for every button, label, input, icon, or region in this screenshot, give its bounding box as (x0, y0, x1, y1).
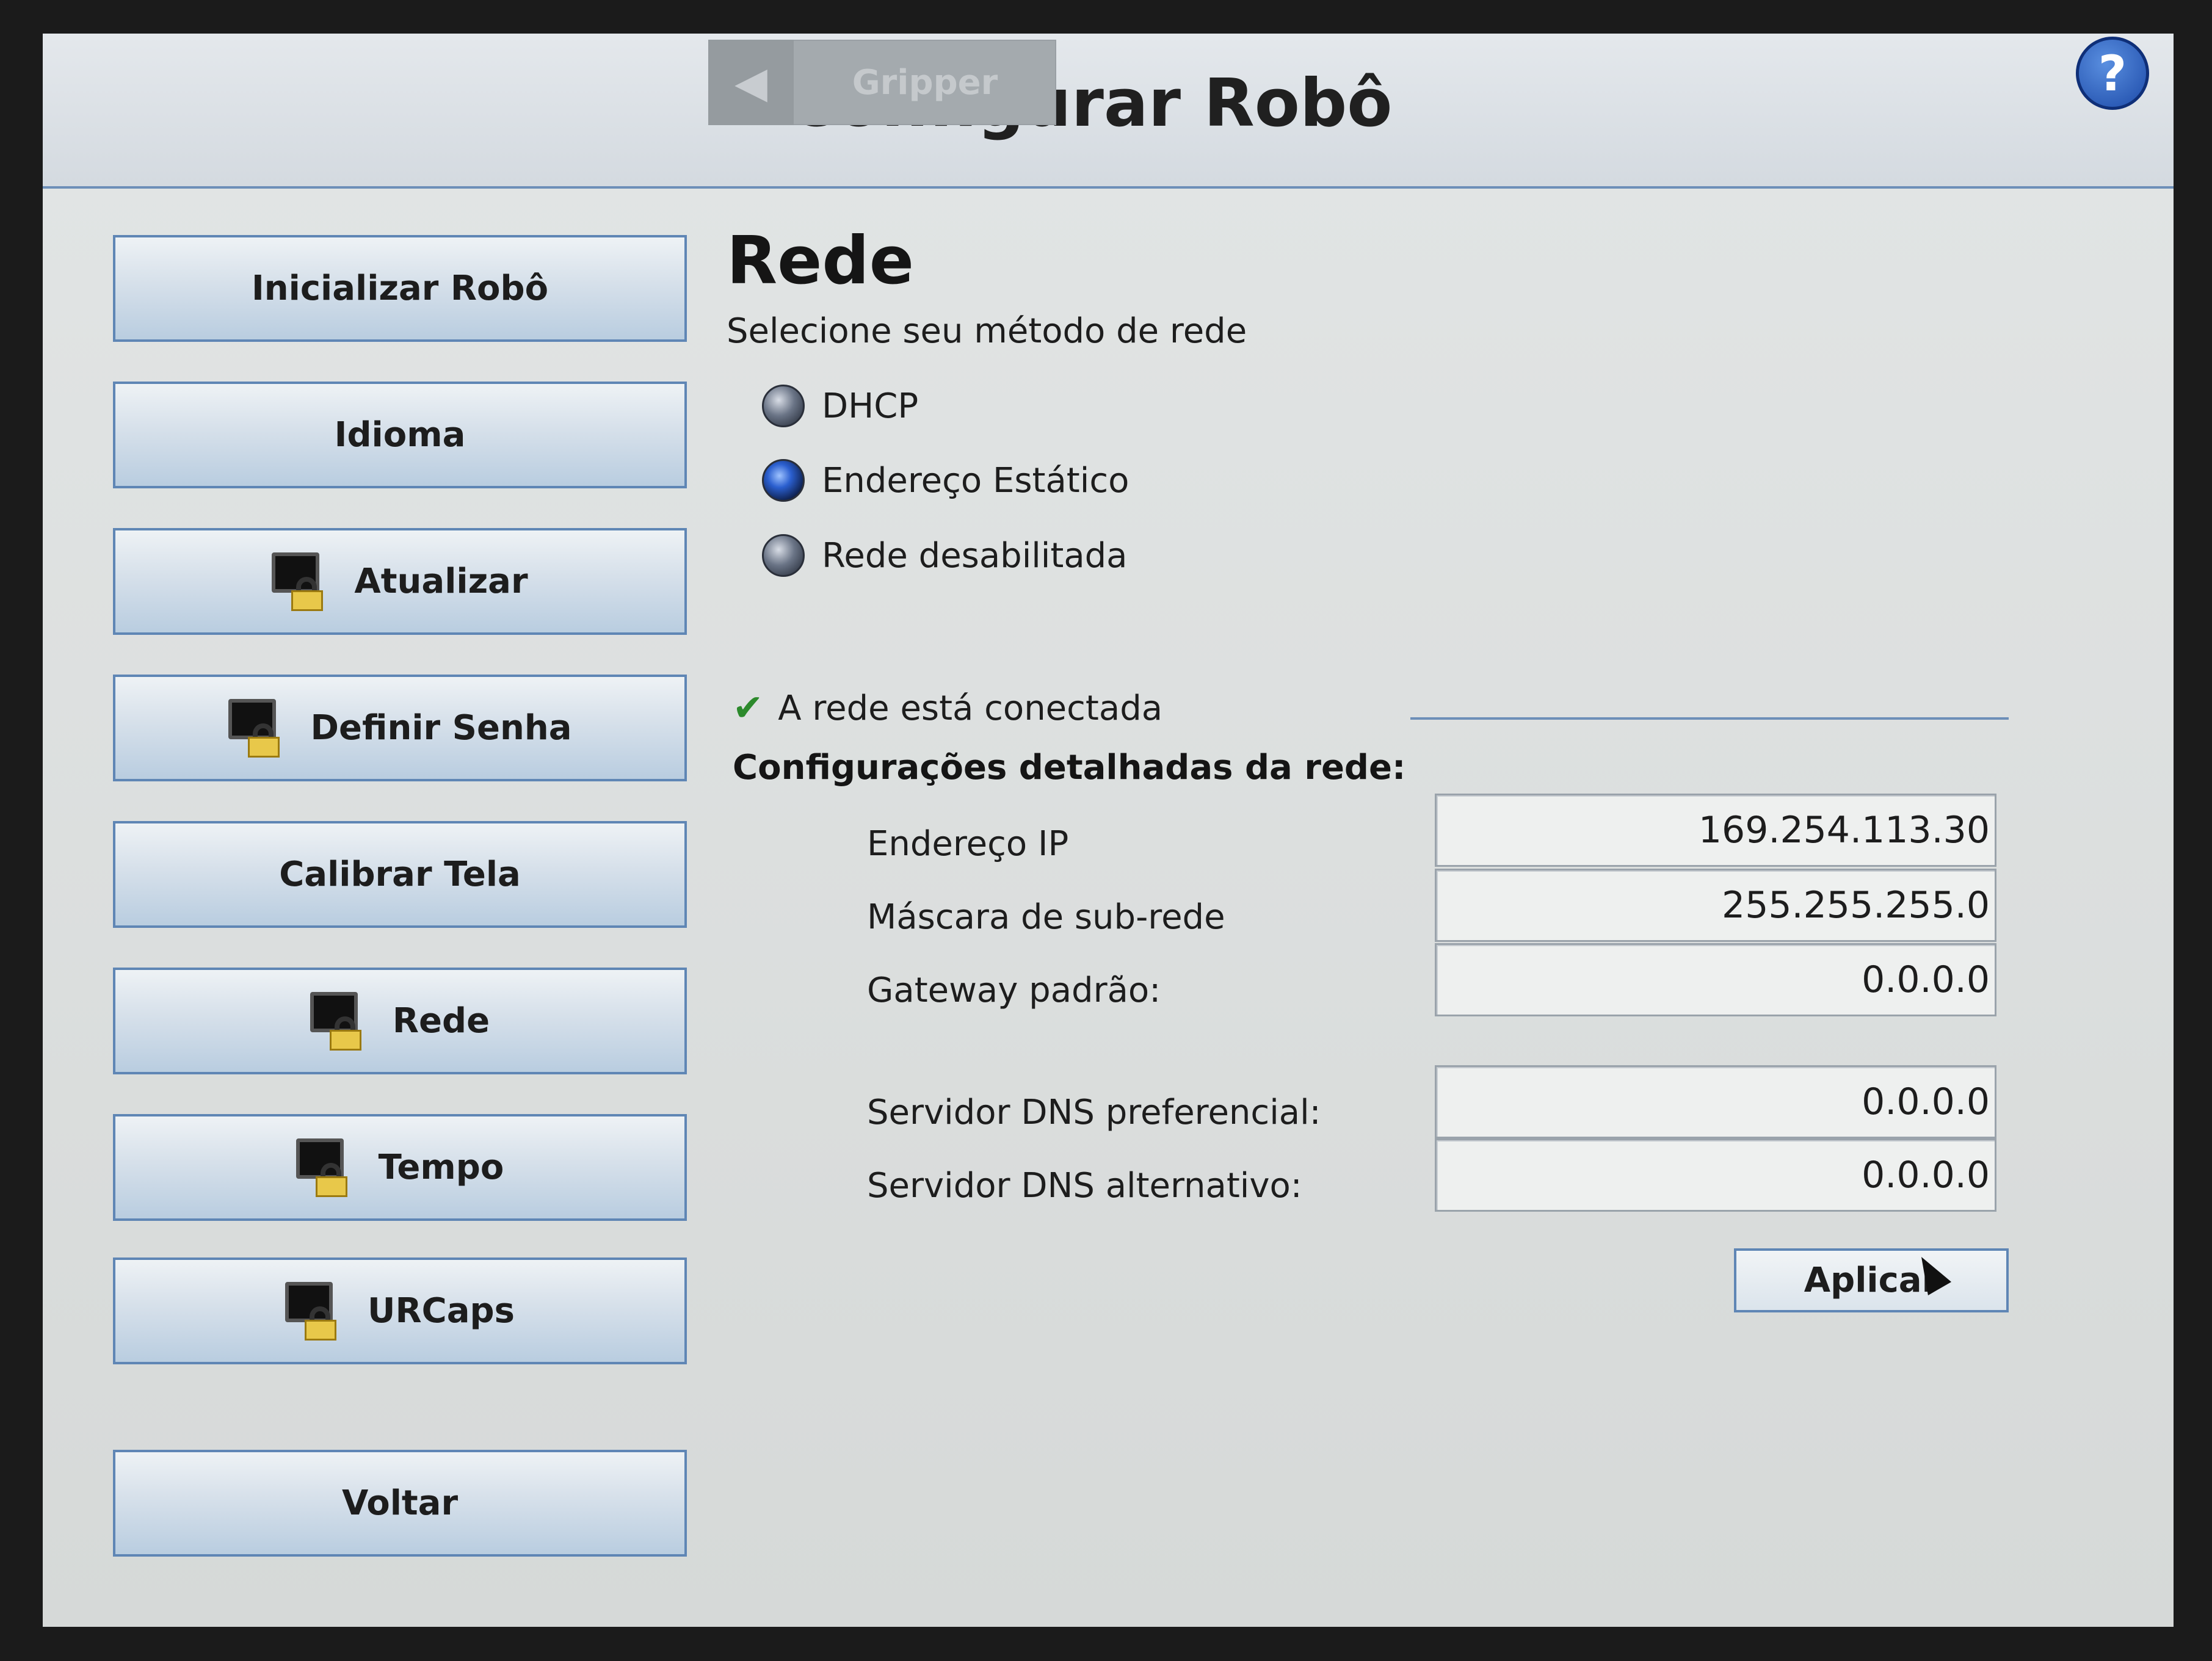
apply-button[interactable]: Aplicar (1734, 1248, 2009, 1312)
lock-icon (310, 992, 368, 1051)
section-title: Rede (727, 223, 914, 299)
dns-alternate-label: Servidor DNS alternativo: (867, 1166, 1302, 1206)
sidebar-item-time[interactable]: Tempo (113, 1114, 687, 1221)
radio-label: DHCP (822, 386, 919, 426)
sidebar-item-label: Definir Senha (310, 708, 572, 748)
lock-icon (285, 1282, 343, 1341)
lock-icon (272, 552, 330, 611)
gripper-tab-label: Gripper (852, 62, 998, 103)
sidebar-item-label: Atualizar (354, 562, 528, 601)
sidebar-item-network[interactable]: Rede (113, 968, 687, 1074)
ip-label: Endereço IP (867, 824, 1069, 864)
details-title: Configurações detalhadas da rede: (733, 748, 1406, 787)
sidebar-item-label: Calibrar Tela (279, 855, 521, 894)
dns-primary-field[interactable] (1435, 1065, 1996, 1138)
header-bar: Configurar Robô ◀ Gripper ? (43, 34, 2174, 189)
question-icon: ? (2098, 45, 2127, 102)
checkmark-icon: ✔ (733, 687, 764, 729)
gateway-field[interactable] (1435, 943, 1996, 1016)
sidebar-item-label: Inicializar Robô (251, 269, 549, 308)
radio-network-disabled[interactable]: Rede desabilitada (762, 534, 1128, 577)
sidebar-item-label: URCaps (368, 1291, 515, 1331)
gripper-tab[interactable]: ◀ Gripper (708, 40, 1056, 125)
back-arrow-icon[interactable]: ◀ (708, 40, 794, 125)
sidebar-item-calibrate-screen[interactable]: Calibrar Tela (113, 821, 687, 928)
gateway-label: Gateway padrão: (867, 971, 1161, 1010)
radio-static-address[interactable]: Endereço Estático (762, 459, 1129, 502)
divider (1410, 717, 2009, 720)
ip-address-field[interactable] (1435, 794, 1996, 867)
network-status: ✔ A rede está conectada (733, 687, 1162, 729)
sidebar-item-label: Idioma (334, 415, 466, 455)
radio-dhcp[interactable]: DHCP (762, 385, 918, 427)
sidebar-item-label: Tempo (378, 1148, 504, 1187)
section-subtitle: Selecione seu método de rede (727, 311, 1247, 351)
subnet-mask-label: Máscara de sub-rede (867, 897, 1225, 937)
sidebar-item-update[interactable]: Atualizar (113, 528, 687, 635)
subnet-mask-field[interactable] (1435, 869, 1996, 942)
network-status-text: A rede está conectada (778, 688, 1163, 728)
sidebar-item-label: Rede (392, 1001, 490, 1041)
radio-label: Rede desabilitada (822, 535, 1128, 576)
back-button-label: Voltar (341, 1483, 459, 1523)
sidebar-item-set-password[interactable]: Definir Senha (113, 675, 687, 781)
lock-icon (296, 1138, 354, 1197)
robot-screen: Configurar Robô ◀ Gripper ? Inicializar … (43, 34, 2174, 1627)
lock-icon (228, 699, 286, 758)
back-button[interactable]: Voltar (113, 1450, 687, 1557)
sidebar-item-language[interactable]: Idioma (113, 382, 687, 488)
sidebar-item-urcaps[interactable]: URCaps (113, 1258, 687, 1364)
dns-alternate-field[interactable] (1435, 1138, 1996, 1212)
help-button[interactable]: ? (2076, 37, 2149, 110)
sidebar-item-initialize-robot[interactable]: Inicializar Robô (113, 235, 687, 342)
radio-button-icon[interactable] (762, 534, 805, 577)
radio-button-icon[interactable] (762, 385, 805, 427)
dns-primary-label: Servidor DNS preferencial: (867, 1093, 1321, 1132)
radio-label: Endereço Estático (822, 460, 1130, 501)
radio-button-selected-icon[interactable] (762, 459, 805, 502)
